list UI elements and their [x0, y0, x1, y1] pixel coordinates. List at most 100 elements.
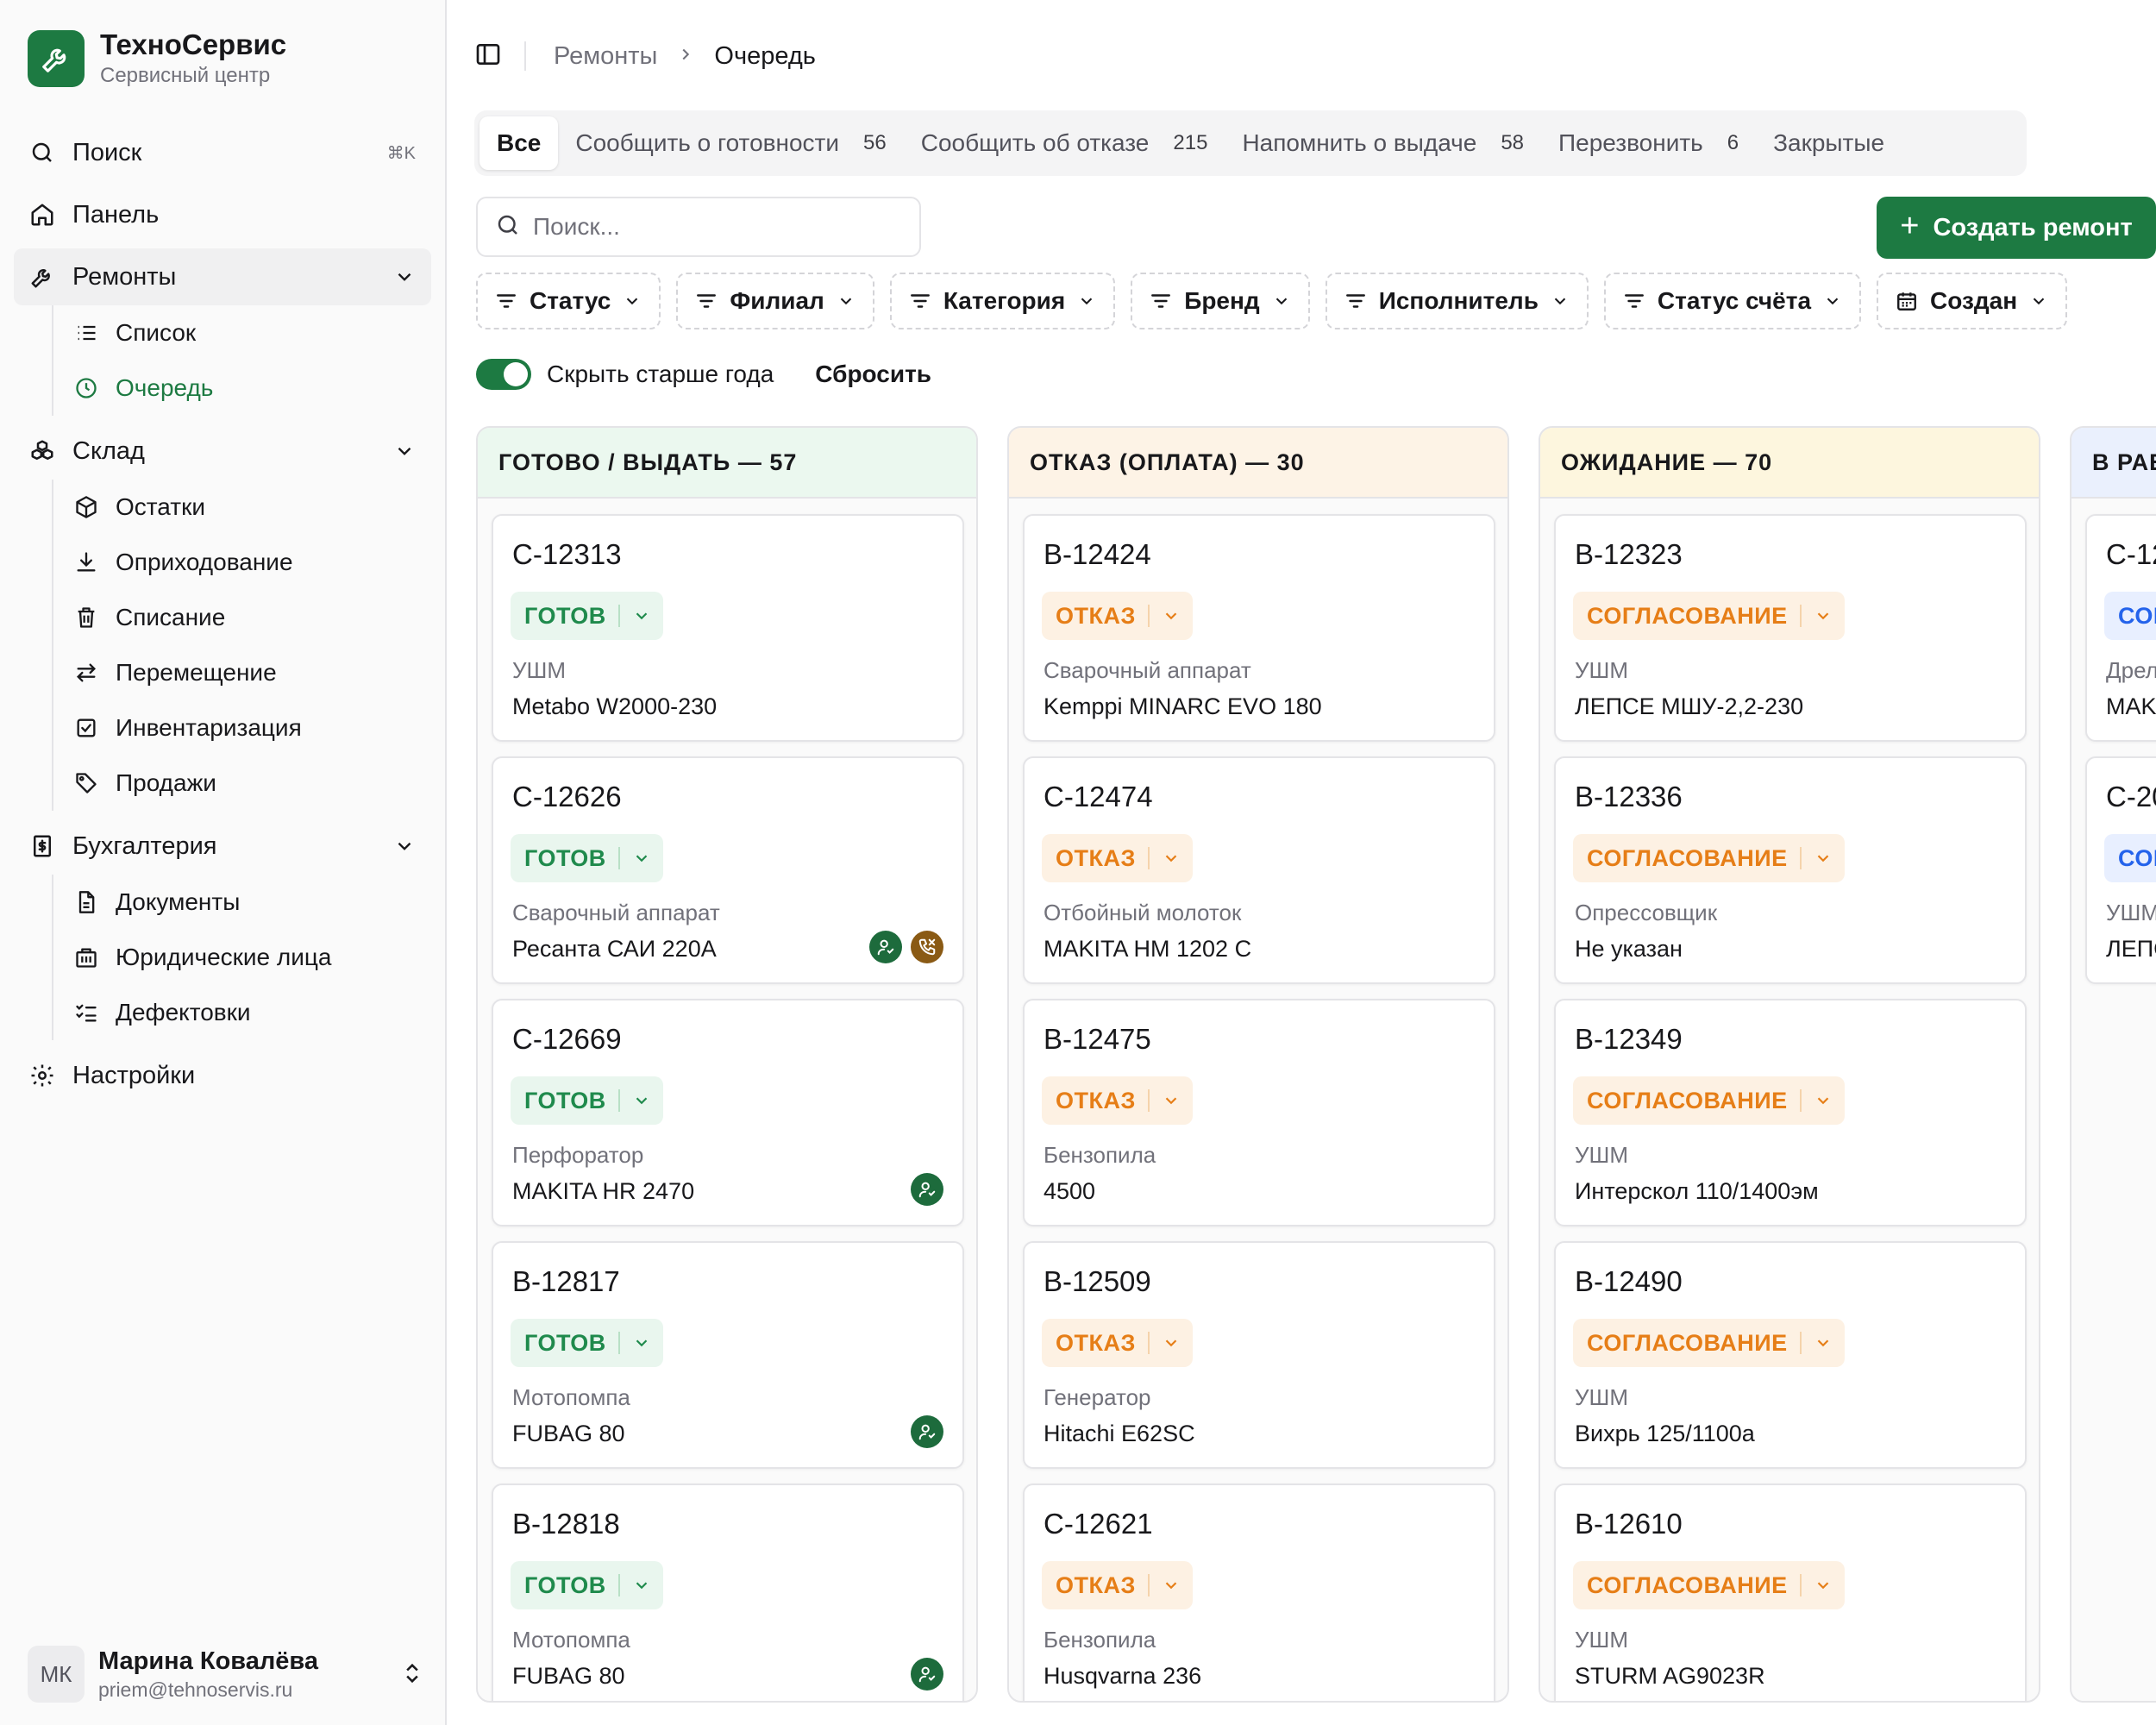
sidebar-item-search[interactable]: Поиск ⌘K: [14, 124, 431, 181]
repair-id: В-12323: [1575, 538, 1683, 570]
status-badge[interactable]: СОГ: [2104, 834, 2156, 882]
chevron-down-icon[interactable]: [393, 266, 416, 295]
badge-divider: [617, 1574, 620, 1596]
repair-card[interactable]: С-12669 ГОТОВ Перфоратор MAKITA HR 2470: [492, 999, 964, 1226]
sidebar-nav: Поиск ⌘K Панель Ремонты Список Очередь С…: [14, 124, 431, 1104]
toggle-knob: [504, 362, 528, 386]
device-model: Hitachi E62SC: [1044, 1421, 1195, 1446]
filter-invoice-status[interactable]: Статус счёта: [1603, 273, 1862, 329]
sidebar-item-label: Панель: [72, 200, 160, 229]
chevron-down-icon: [1823, 292, 1842, 310]
status-badge[interactable]: ГОТОВ: [511, 1319, 663, 1367]
search-input[interactable]: [533, 213, 895, 241]
filter-category[interactable]: Категория: [889, 273, 1116, 329]
device-category: УШМ: [1575, 1627, 1629, 1653]
status-badge[interactable]: ОТКАЗ: [1042, 1319, 1193, 1367]
status-badge[interactable]: ОТКАЗ: [1042, 1076, 1193, 1125]
filter-branch[interactable]: Филиал: [676, 273, 874, 329]
repair-card[interactable]: В-12490 СОГЛАСОВАНИЕ УШМ Вихрь 125/1100а: [1554, 1241, 2027, 1469]
tab-notify-refusal[interactable]: Сообщить об отказе 215: [904, 116, 1225, 170]
tab-all[interactable]: Все: [479, 116, 559, 170]
repair-card[interactable]: С-20 СОГ УШМ ЛЕПС: [2085, 756, 2156, 984]
chevron-down-icon: [1814, 1091, 1833, 1110]
sidebar-item-transfer[interactable]: Перемещение: [53, 645, 431, 700]
repair-card[interactable]: В-12509 ОТКАЗ Генератор Hitachi E62SC: [1023, 1241, 1495, 1469]
status-badge[interactable]: ОТКАЗ: [1042, 1561, 1193, 1609]
tab-label: Перезвонить: [1558, 129, 1703, 156]
repair-card[interactable]: С-12626 ГОТОВ Сварочный аппарат Ресанта САИ…: [492, 756, 964, 984]
repair-card[interactable]: В-12323 СОГЛАСОВАНИЕ УШМ ЛЕПСЕ МШУ-2,2-230: [1554, 514, 2027, 742]
device-category: Бензопила: [1044, 1142, 1156, 1168]
sidebar-item-queue[interactable]: Очередь: [53, 361, 431, 416]
tab-notify-ready[interactable]: Сообщить о готовности 56: [558, 116, 903, 170]
tab-closed[interactable]: Закрытые: [1756, 116, 1902, 170]
repair-card[interactable]: В-12817 ГОТОВ Мотопомпа FUBAG 80: [492, 1241, 964, 1469]
filter-status[interactable]: Статус: [476, 273, 661, 329]
create-repair-button[interactable]: + Создать ремонт: [1877, 197, 2156, 259]
repair-card[interactable]: В-12610 СОГЛАСОВАНИЕ УШМ STURM AG9023R: [1554, 1484, 2027, 1701]
status-badge[interactable]: ОТКАЗ: [1042, 834, 1193, 882]
tab-label: Сообщить о готовности: [575, 129, 840, 156]
status-badge[interactable]: ГОТОВ: [511, 592, 663, 640]
sidebar-item-documents[interactable]: Документы: [53, 875, 431, 930]
status-badge[interactable]: СОГ: [2104, 592, 2156, 640]
sidebar-item-dashboard[interactable]: Панель: [14, 186, 431, 243]
filter-icon: [695, 290, 718, 312]
repair-card[interactable]: В-12475 ОТКАЗ Бензопила 4500: [1023, 999, 1495, 1226]
status-badge[interactable]: ОТКАЗ: [1042, 592, 1193, 640]
tab-call-back[interactable]: Перезвонить 6: [1541, 116, 1756, 170]
user-menu[interactable]: МК Марина Ковалёва priem@tehnoservis.ru: [28, 1646, 424, 1703]
status-badge[interactable]: СОГЛАСОВАНИЕ: [1573, 834, 1845, 882]
repair-card[interactable]: С-12313 ГОТОВ УШМ Metabo W2000-230: [492, 514, 964, 742]
sidebar-item-repairs[interactable]: Ремонты: [14, 248, 431, 305]
sidebar-item-defects[interactable]: Дефектовки: [53, 985, 431, 1040]
filter-created[interactable]: Создан: [1877, 273, 2068, 329]
column-header: В РАБ: [2071, 428, 2156, 499]
status-badge[interactable]: ГОТОВ: [511, 1561, 663, 1609]
sidebar-item-stock[interactable]: Остатки: [53, 480, 431, 535]
status-badge[interactable]: СОГЛАСОВАНИЕ: [1573, 592, 1845, 640]
repair-card[interactable]: В-12349 СОГЛАСОВАНИЕ УШМ Интерскол 110/1400…: [1554, 999, 2027, 1226]
repair-card[interactable]: С-12 СОГ Дрел MAKI: [2085, 514, 2156, 742]
status-badge[interactable]: ГОТОВ: [511, 1076, 663, 1125]
user-icon: [911, 1415, 943, 1448]
hide-old-toggle[interactable]: [476, 359, 531, 390]
status-badge[interactable]: СОГЛАСОВАНИЕ: [1573, 1076, 1845, 1125]
chevron-down-icon[interactable]: [393, 440, 416, 469]
status-badge[interactable]: СОГЛАСОВАНИЕ: [1573, 1319, 1845, 1367]
sidebar-toggle-icon[interactable]: [474, 41, 502, 72]
breadcrumb-parent[interactable]: Ремонты: [554, 42, 657, 71]
sidebar-item-inventory[interactable]: Инвентаризация: [53, 700, 431, 756]
status-label: ГОТОВ: [524, 1329, 606, 1356]
repair-card[interactable]: В-12336 СОГЛАСОВАНИЕ Опрессовщик Не указан: [1554, 756, 2027, 984]
reset-button[interactable]: Сбросить: [815, 361, 931, 388]
repairs-submenu: Список Очередь: [52, 305, 431, 416]
badge-divider: [1799, 1574, 1802, 1596]
status-badge[interactable]: СОГЛАСОВАНИЕ: [1573, 1561, 1845, 1609]
repair-card[interactable]: С-12474 ОТКАЗ Отбойный молоток MAKITA HM 12…: [1023, 756, 1495, 984]
check-square-icon: [72, 714, 100, 742]
sidebar-item-sales[interactable]: Продажи: [53, 756, 431, 811]
device-model: Не указан: [1575, 936, 1683, 962]
repair-card[interactable]: С-12621 ОТКАЗ Бензопила Husqvarna 236: [1023, 1484, 1495, 1701]
repair-card[interactable]: В-12818 ГОТОВ Мотопомпа FUBAG 80: [492, 1484, 964, 1701]
status-badge[interactable]: ГОТОВ: [511, 834, 663, 882]
sidebar-item-list[interactable]: Список: [53, 305, 431, 361]
sidebar-item-receipt[interactable]: Оприходование: [53, 535, 431, 590]
filter-assignee[interactable]: Исполнитель: [1325, 273, 1589, 329]
chevron-down-icon[interactable]: [393, 835, 416, 864]
chevrons-up-down-icon[interactable]: [400, 1661, 424, 1690]
tab-remind-pickup[interactable]: Напомнить о выдаче 58: [1225, 116, 1541, 170]
sidebar-item-accounting[interactable]: Бухгалтерия: [14, 818, 431, 875]
board-column: ОЖИДАНИЕ — 70 В-12323 СОГЛАСОВАНИЕ УШМ ЛЕПСЕ…: [1539, 426, 2040, 1703]
repair-card[interactable]: В-12424 ОТКАЗ Сварочный аппарат Kemppi MINA…: [1023, 514, 1495, 742]
repair-id: В-12509: [1044, 1265, 1151, 1297]
sidebar-item-warehouse[interactable]: Склад: [14, 423, 431, 480]
sidebar-item-settings[interactable]: Настройки: [14, 1047, 431, 1104]
column-header: ОЖИДАНИЕ — 70: [1540, 428, 2039, 499]
sidebar-item-writeoff[interactable]: Списание: [53, 590, 431, 645]
chevron-down-icon: [632, 606, 651, 625]
filter-brand[interactable]: Бренд: [1131, 273, 1310, 329]
sidebar-item-legal-entities[interactable]: Юридические лица: [53, 930, 431, 985]
brand[interactable]: ТехноСервис Сервисный центр: [28, 28, 286, 90]
